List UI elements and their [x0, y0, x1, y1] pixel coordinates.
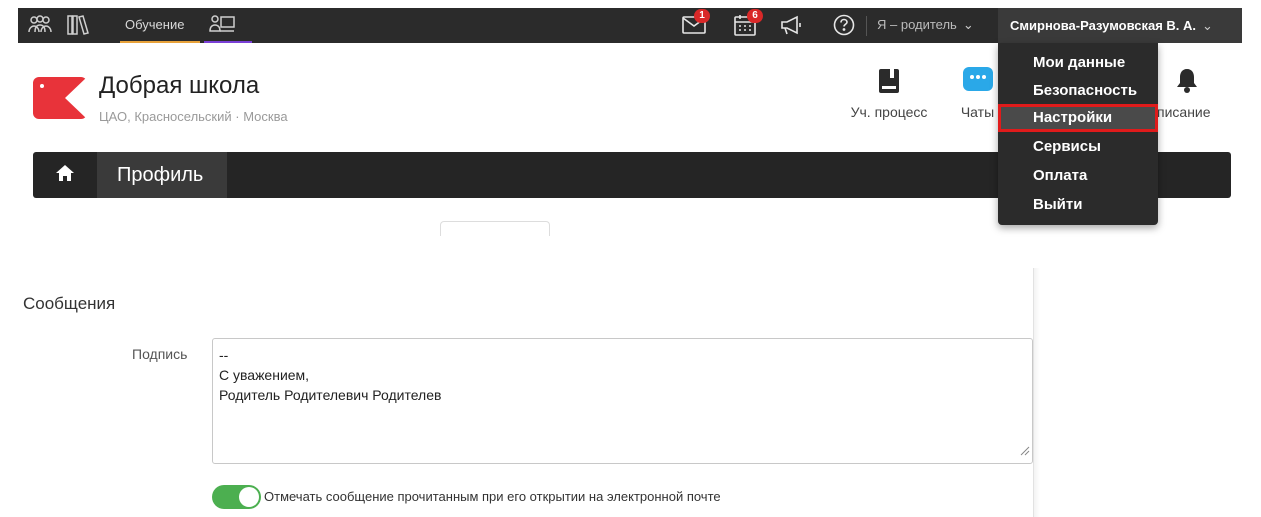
toggle-knob — [239, 487, 259, 507]
top-bar: Обучение 1 6 Я – родитель ⌄ Смирнова-Разу… — [18, 8, 1242, 43]
book-icon — [843, 66, 935, 96]
role-label: Я – родитель — [877, 17, 957, 32]
school-name: Добрая школа — [99, 72, 260, 99]
nav-schedule-label: списание — [1150, 104, 1211, 120]
classroom-underline — [204, 41, 252, 43]
learning-underline — [120, 41, 200, 43]
nav-process-label: Уч. процесс — [850, 104, 928, 120]
learning-link[interactable]: Обучение — [125, 17, 184, 32]
bell-icon — [1150, 66, 1235, 96]
chat-icon — [955, 66, 1000, 96]
section-title: Сообщения — [23, 294, 116, 313]
mail-badge: 1 — [694, 9, 710, 23]
home-button[interactable] — [33, 152, 97, 198]
megaphone-icon[interactable] — [778, 11, 806, 39]
mark-read-label: Отмечать сообщение прочитанным при его о… — [264, 489, 721, 504]
menu-item-payment[interactable]: Оплата — [998, 162, 1158, 190]
nav-schedule[interactable]: списание — [1150, 66, 1235, 120]
user-menu-button[interactable]: Смирнова-Разумовская В. А. ⌄ — [998, 8, 1242, 43]
menu-item-logout[interactable]: Выйти — [998, 191, 1158, 219]
menu-item-my-data[interactable]: Мои данные — [998, 49, 1158, 77]
nav-chats-label: Чаты — [960, 104, 995, 120]
user-name: Смирнова-Разумовская В. А. — [1010, 18, 1197, 33]
mark-read-toggle[interactable] — [212, 485, 261, 509]
school-logo[interactable] — [33, 77, 87, 124]
signature-label: Подпись — [132, 346, 188, 362]
calendar-icon[interactable]: 6 — [731, 9, 763, 39]
user-dropdown-menu: Мои данные Безопасность Настройки Сервис… — [998, 43, 1158, 225]
home-icon — [55, 164, 75, 187]
tab-profile[interactable]: Профиль — [97, 152, 227, 198]
signature-textarea[interactable]: -- С уважением, Родитель Родителевич Род… — [212, 338, 1033, 464]
content-tab[interactable] — [440, 221, 550, 236]
mail-icon[interactable]: 1 — [680, 9, 710, 39]
chevron-down-icon: ⌄ — [962, 17, 974, 32]
menu-item-security[interactable]: Безопасность — [998, 77, 1158, 105]
school-location: ЦАО, Красносельский · Москва — [99, 109, 288, 124]
separator — [866, 16, 867, 36]
nav-process[interactable]: Уч. процесс — [843, 66, 935, 120]
resize-grip-icon[interactable] — [1020, 441, 1030, 461]
role-selector[interactable]: Я – родитель ⌄ — [877, 17, 974, 33]
people-icon[interactable] — [26, 11, 54, 39]
chevron-down-icon: ⌄ — [1202, 18, 1213, 33]
signature-text: -- С уважением, Родитель Родителевич Род… — [219, 347, 442, 403]
help-icon[interactable] — [830, 11, 858, 39]
menu-item-settings[interactable]: Настройки — [998, 104, 1158, 132]
divider-shadow — [1034, 268, 1040, 517]
classroom-icon[interactable] — [208, 11, 236, 39]
calendar-badge: 6 — [747, 9, 763, 23]
menu-item-services[interactable]: Сервисы — [998, 133, 1158, 161]
nav-chats[interactable]: Чаты — [955, 66, 1000, 120]
library-icon[interactable] — [64, 11, 92, 39]
